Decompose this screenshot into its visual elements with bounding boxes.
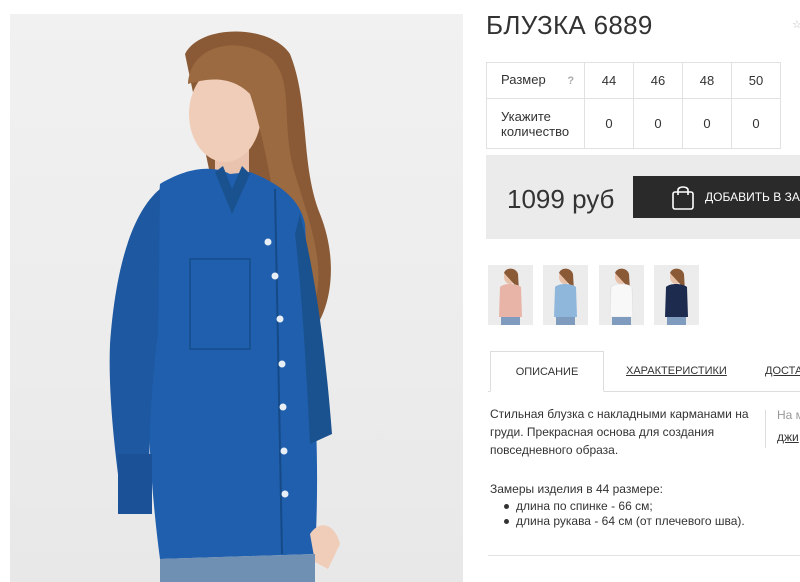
quantity-row: Укажите количество 0 0 0 0 [486, 98, 781, 149]
product-tabs: ОПИСАНИЕ ХАРАКТЕРИСТИКИ ДОСТА [488, 351, 800, 392]
size-help-icon[interactable]: ? [567, 74, 574, 89]
product-page: БЛУЗКА 6889 ☆ Размер ? 44 46 48 50 Укажи… [0, 0, 800, 582]
thumbnail-light-blue-image [543, 265, 588, 325]
thumbnail-pink-image [488, 265, 533, 325]
thumbnail-white[interactable] [599, 265, 644, 325]
measures-list: длина по спинке - 66 см; длина рукава - … [504, 499, 745, 529]
quantity-input-50[interactable]: 0 [731, 98, 781, 149]
bottom-divider [488, 555, 800, 556]
add-to-cart-label: ДОБАВИТЬ В ЗАКАЗ [705, 190, 800, 204]
product-description: Стильная блузка с накладными карманами н… [490, 407, 749, 457]
main-product-photo[interactable] [10, 14, 463, 582]
size-row: Размер ? 44 46 48 50 [486, 62, 781, 99]
size-50: 50 [731, 62, 781, 99]
price-panel: 1099 руб ДОБАВИТЬ В ЗАКАЗ [486, 155, 800, 239]
quantity-label: Укажите количество [486, 98, 585, 149]
size-44: 44 [584, 62, 634, 99]
tab-description[interactable]: ОПИСАНИЕ [490, 351, 604, 392]
size-label: Размер [501, 72, 546, 87]
thumbnail-white-image [599, 265, 644, 325]
add-to-cart-button[interactable]: ДОБАВИТЬ В ЗАКАЗ [633, 176, 800, 218]
size-48: 48 [682, 62, 732, 99]
product-price: 1099 руб [507, 184, 615, 214]
shopping-bag-icon [672, 186, 694, 210]
thumbnail-navy-image [654, 265, 699, 325]
side-info-text: На м [777, 408, 800, 422]
tab-delivery[interactable]: ДОСТА [765, 351, 800, 392]
product-title: БЛУЗКА 6889 [486, 10, 653, 40]
thumbnail-light-blue[interactable] [543, 265, 588, 325]
wishlist-icon[interactable]: ☆ [792, 18, 800, 32]
measure-item: длина по спинке - 66 см; [504, 499, 745, 514]
thumbnail-navy[interactable] [654, 265, 699, 325]
measures-title: Замеры изделия в 44 размере: [490, 482, 663, 496]
model-illustration [109, 31, 340, 582]
quantity-input-48[interactable]: 0 [682, 98, 732, 149]
measure-item: длина рукава - 64 см (от плечевого шва). [504, 514, 745, 529]
size-46: 46 [633, 62, 683, 99]
quantity-input-46[interactable]: 0 [633, 98, 683, 149]
quantity-input-44[interactable]: 0 [584, 98, 634, 149]
side-divider [765, 410, 766, 448]
tab-characteristics[interactable]: ХАРАКТЕРИСТИКИ [626, 351, 727, 392]
size-quantity-table: Размер ? 44 46 48 50 Укажите количество … [486, 62, 781, 149]
size-header-cell: Размер ? [486, 62, 585, 99]
side-info-link[interactable]: джи [777, 430, 799, 444]
thumbnail-pink[interactable] [488, 265, 533, 325]
